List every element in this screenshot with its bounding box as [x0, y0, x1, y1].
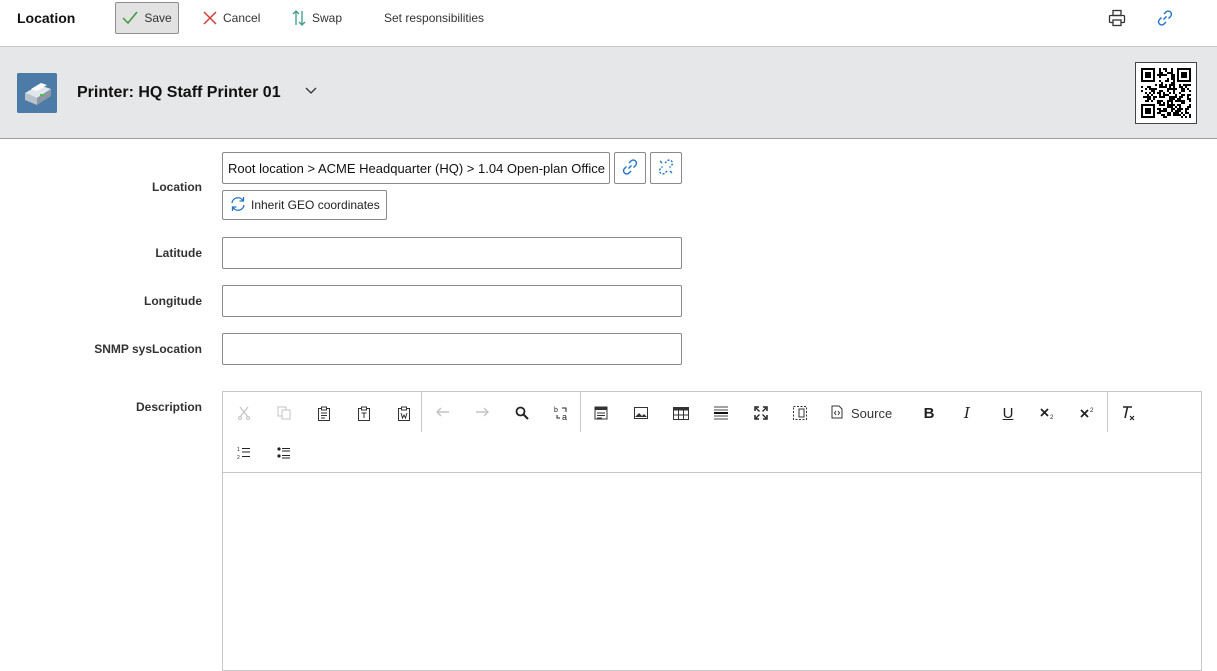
svg-text:b: b	[554, 407, 558, 414]
checkmark-icon	[122, 11, 138, 25]
top-toolbar: Location Save Cancel Swap Set responsibi…	[0, 0, 1217, 47]
editor-content-area[interactable]	[223, 474, 1201, 670]
paste-text-icon[interactable]	[351, 400, 377, 426]
swap-label: Swap	[312, 11, 343, 25]
svg-text:2: 2	[1090, 408, 1094, 414]
inherit-geo-label: Inherit GEO coordinates	[251, 198, 380, 212]
unlink-icon	[657, 158, 675, 179]
find-icon[interactable]	[509, 400, 535, 426]
longitude-label: Longitude	[144, 294, 202, 308]
inherit-geo-button[interactable]: Inherit GEO coordinates	[222, 190, 387, 220]
redo-icon	[469, 400, 495, 426]
toolbar-separator	[580, 392, 581, 432]
paste-word-icon[interactable]	[391, 400, 417, 426]
cut-icon	[231, 400, 257, 426]
set-responsibilities-button[interactable]: Set responsibilities	[384, 2, 484, 34]
swap-icon	[292, 10, 306, 26]
svg-text:2: 2	[237, 455, 240, 460]
numbered-list-icon[interactable]: 12	[231, 440, 257, 466]
cancel-label: Cancel	[223, 11, 261, 25]
location-label: Location	[152, 180, 202, 194]
bulleted-list-icon[interactable]	[271, 440, 297, 466]
template-icon[interactable]	[588, 400, 614, 426]
latitude-field[interactable]	[222, 237, 682, 269]
close-icon	[203, 11, 217, 25]
page-title: Location	[17, 10, 76, 26]
printer-icon	[17, 73, 57, 113]
refresh-icon	[229, 195, 247, 216]
remove-format-icon[interactable]	[1115, 400, 1141, 426]
source-label: Source	[851, 405, 893, 421]
swap-button[interactable]: Swap	[292, 2, 342, 34]
source-icon	[831, 405, 843, 422]
svg-text:2: 2	[1050, 415, 1054, 420]
location-field[interactable]: Root location > ACME Headquarter (HQ) > …	[222, 152, 610, 184]
snmp-syslocation-field[interactable]	[222, 333, 682, 365]
toolbar-separator	[421, 392, 422, 432]
latitude-label: Latitude	[155, 246, 202, 260]
description-editor: ba Source B I U 2 2 1 2	[222, 391, 1202, 671]
object-title: Printer: HQ Staff Printer 01	[77, 84, 281, 101]
source-button[interactable]: Source	[831, 400, 892, 426]
maximize-icon[interactable]	[748, 400, 774, 426]
subscript-icon[interactable]: 2	[1035, 400, 1061, 426]
undo-icon	[430, 400, 456, 426]
italic-icon[interactable]: I	[954, 400, 980, 426]
description-label: Description	[135, 400, 202, 414]
table-icon[interactable]	[668, 400, 694, 426]
qr-code-icon[interactable]	[1135, 62, 1197, 124]
save-label: Save	[144, 11, 172, 25]
set-responsibilities-label: Set responsibilities	[384, 11, 485, 25]
editor-toolbar: ba Source B I U 2 2 1 2	[223, 392, 1201, 473]
link-icon	[621, 158, 639, 179]
image-icon[interactable]	[628, 400, 654, 426]
cancel-button[interactable]: Cancel	[203, 2, 260, 34]
svg-text:1: 1	[237, 447, 240, 453]
superscript-icon[interactable]: 2	[1075, 400, 1101, 426]
unlink-location-button[interactable]	[650, 152, 682, 184]
bold-icon[interactable]: B	[916, 400, 942, 426]
copy-icon	[271, 400, 297, 426]
svg-text:a: a	[562, 412, 567, 421]
snmp-syslocation-label: SNMP sysLocation	[94, 342, 202, 356]
paste-icon[interactable]	[311, 400, 337, 426]
save-button[interactable]: Save	[115, 2, 179, 34]
object-header: Printer: HQ Staff Printer 01	[0, 47, 1217, 139]
replace-icon[interactable]: ba	[549, 400, 575, 426]
link-icon[interactable]	[1155, 8, 1175, 28]
chevron-down-icon[interactable]	[304, 85, 318, 99]
underline-icon[interactable]: U	[995, 400, 1021, 426]
horizontal-rule-icon[interactable]	[708, 400, 734, 426]
longitude-field[interactable]	[222, 285, 682, 317]
show-blocks-icon[interactable]	[787, 400, 813, 426]
toolbar-separator	[1107, 392, 1108, 432]
print-icon[interactable]	[1107, 8, 1127, 28]
link-location-button[interactable]	[614, 152, 646, 184]
